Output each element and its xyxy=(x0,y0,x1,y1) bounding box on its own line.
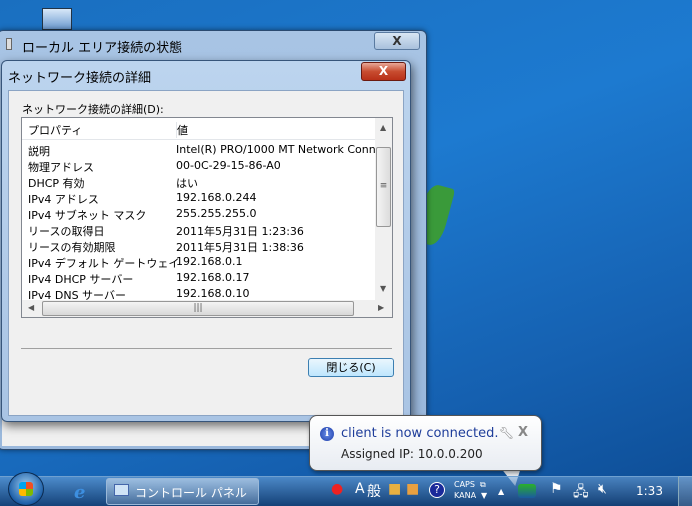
value-cell: 192.168.0.1 xyxy=(176,255,243,268)
property-cell: 説明 xyxy=(28,145,50,158)
show-hidden-icons-button[interactable]: ▲ xyxy=(498,487,504,496)
notification-balloon[interactable] xyxy=(309,415,542,471)
column-header-value[interactable]: 値 xyxy=(176,122,188,138)
column-header-property[interactable]: プロパティ xyxy=(28,122,82,138)
property-cell: IPv4 DHCP サーバー xyxy=(28,273,134,286)
clock[interactable]: 1:33 xyxy=(636,484,663,498)
balloon-title: client is now connected. xyxy=(341,426,499,441)
help-icon[interactable]: ? xyxy=(429,482,445,498)
separator xyxy=(21,348,392,349)
ime-toolbox-icon[interactable]: ■ xyxy=(406,481,419,497)
value-cell: 00-0C-29-15-86-A0 xyxy=(176,159,281,172)
show-desktop-button[interactable] xyxy=(678,476,692,506)
table-row[interactable]: 物理アドレス 00-0C-29-15-86-A0 xyxy=(22,158,376,174)
table-row[interactable]: IPv4 デフォルト ゲートウェイ 192.168.0.1 xyxy=(22,254,376,270)
network-icon[interactable]: 🖧︎ xyxy=(573,481,589,505)
ime-options-arrow-icon[interactable]: ▼ xyxy=(481,491,487,500)
info-icon: i xyxy=(320,427,334,441)
ime-kanji-indicator[interactable]: 般 xyxy=(367,481,381,501)
property-cell: IPv4 サブネット マスク xyxy=(28,209,147,222)
action-center-flag-icon[interactable]: ⚑ xyxy=(550,481,563,497)
property-cell: リースの取得日 xyxy=(28,225,105,238)
desktop-computer-icon[interactable] xyxy=(42,8,72,30)
balloon-body: Assigned IP: 10.0.0.200 xyxy=(341,447,483,461)
volume-muted-icon[interactable]: 🔇︎ xyxy=(598,481,607,497)
property-cell: IPv4 デフォルト ゲートウェイ xyxy=(28,257,180,270)
property-cell: DHCP 有効 xyxy=(28,177,85,190)
value-cell: 192.168.0.10 xyxy=(176,287,250,300)
start-button[interactable] xyxy=(8,472,44,506)
value-cell: 192.168.0.17 xyxy=(176,271,250,284)
dialog-title: ネットワーク接続の詳細 xyxy=(8,71,152,86)
close-button[interactable]: 閉じる(C) xyxy=(308,358,394,377)
caps-indicator: CAPS xyxy=(454,480,475,489)
table-row[interactable]: リースの取得日 2011年5月31日 1:23:36 xyxy=(22,222,376,238)
kana-indicator: KANA xyxy=(454,491,477,500)
horizontal-scrollbar[interactable]: ◀ ||| ▶ xyxy=(22,300,392,317)
scroll-up-arrow[interactable]: ▲ xyxy=(380,123,386,132)
value-cell: 2011年5月31日 1:23:36 xyxy=(176,225,304,238)
scroll-left-arrow[interactable]: ◀ xyxy=(28,303,34,312)
table-row[interactable]: IPv4 DHCP サーバー 192.168.0.17 xyxy=(22,270,376,286)
table-row[interactable]: IPv4 アドレス 192.168.0.244 xyxy=(22,190,376,206)
ime-pad-icon[interactable]: ● xyxy=(331,481,343,497)
table-row[interactable]: リースの有効期限 2011年5月31日 1:38:36 xyxy=(22,238,376,254)
wrench-icon[interactable]: 🔧︎ xyxy=(499,426,514,440)
ime-restore-icon[interactable]: ⧉ xyxy=(480,480,486,490)
balloon-close-button[interactable]: X xyxy=(518,425,528,440)
scroll-down-arrow[interactable]: ▼ xyxy=(380,284,386,293)
table-row[interactable]: IPv4 サブネット マスク 255.255.255.0 xyxy=(22,206,376,222)
network-plug-icon xyxy=(6,38,12,50)
value-cell: 192.168.0.244 xyxy=(176,191,257,204)
vertical-scroll-thumb[interactable]: ≡ xyxy=(376,147,391,227)
vertical-scrollbar[interactable]: ▲ ≡ ▼ xyxy=(375,118,392,300)
ime-mode-indicator[interactable]: A xyxy=(355,481,365,497)
table-row[interactable]: DHCP 有効 はい xyxy=(22,174,376,190)
property-cell: IPv4 アドレス xyxy=(28,193,99,206)
dialog-close-button[interactable]: X xyxy=(361,62,406,81)
horizontal-scroll-thumb[interactable]: ||| xyxy=(42,301,354,316)
details-list-label: ネットワーク接続の詳細(D): xyxy=(22,103,164,116)
property-cell: 物理アドレス xyxy=(28,161,94,174)
scroll-right-arrow[interactable]: ▶ xyxy=(378,303,384,312)
back-window-close-button[interactable]: X xyxy=(374,32,420,50)
value-cell: 2011年5月31日 1:38:36 xyxy=(176,241,304,254)
value-cell: 255.255.255.0 xyxy=(176,207,257,220)
value-cell: はい xyxy=(176,177,198,190)
control-panel-icon xyxy=(114,484,129,496)
back-window-title: ローカル エリア接続の状態 xyxy=(22,41,183,56)
table-row[interactable]: 説明 Intel(R) PRO/1000 MT Network Connectio… xyxy=(22,142,376,158)
vpn-client-icon[interactable] xyxy=(518,484,536,498)
details-listview[interactable]: プロパティ 値 説明 Intel(R) PRO/1000 MT Network C… xyxy=(21,117,393,318)
ime-tools-icon[interactable]: ■ xyxy=(388,481,401,497)
value-cell: Intel(R) PRO/1000 MT Network Connection xyxy=(176,143,376,156)
property-cell: リースの有効期限 xyxy=(28,241,116,254)
internet-explorer-icon[interactable]: e xyxy=(74,482,85,503)
list-header: プロパティ 値 xyxy=(22,118,376,140)
